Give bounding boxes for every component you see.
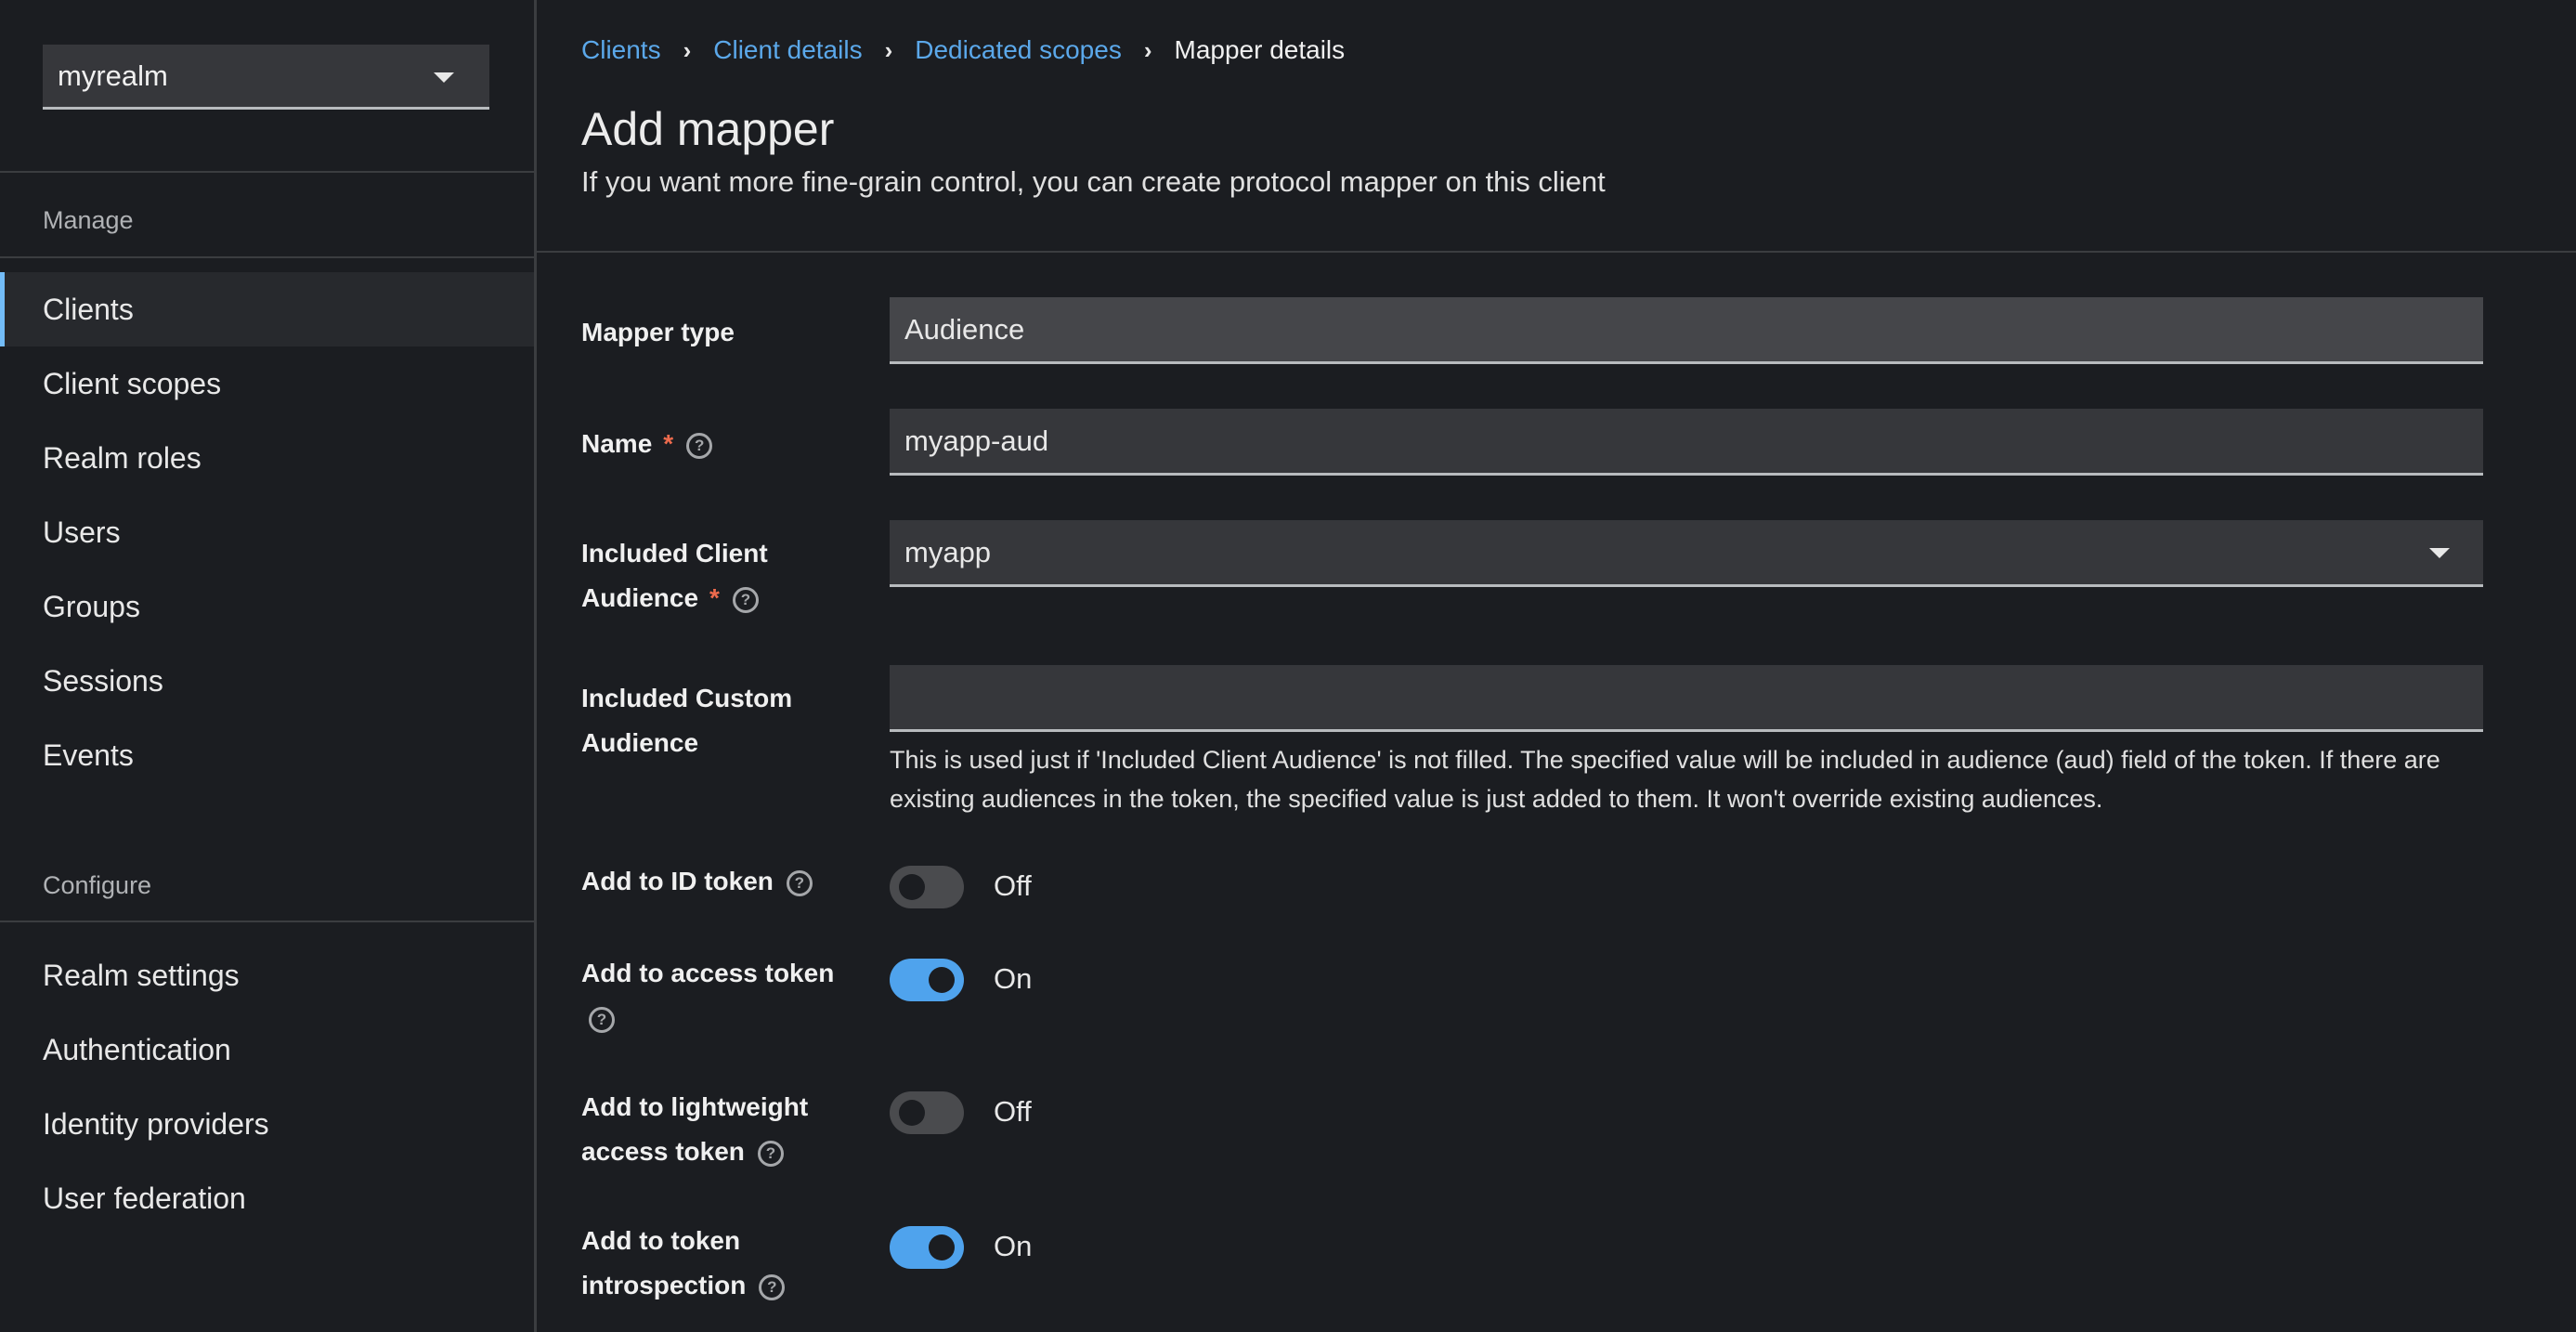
realm-selector-value: myrealm [58,59,168,92]
sidebar-item-groups[interactable]: Groups [0,569,534,644]
included-client-audience-label: Included Client Audience *? [581,531,860,620]
add-to-access-token-toggle[interactable] [890,959,964,1001]
page-title: Add mapper [581,103,835,155]
included-custom-audience-helper: This is used just if 'Included Client Au… [890,746,2440,813]
add-to-id-token-state: Off [994,869,1032,902]
mapper-type-field: Audience [890,297,2483,364]
add-to-id-token-toggle[interactable] [890,866,964,908]
sidebar-divider [0,256,534,258]
add-to-token-introspection-state: On [994,1230,1033,1262]
label-line: Audience [581,728,699,757]
name-label-text: Name [581,429,653,458]
sidebar-item-users[interactable]: Users [0,495,534,569]
sidebar-item-identity-providers[interactable]: Identity providers [0,1087,534,1161]
add-to-lightweight-access-token-toggle[interactable] [890,1091,964,1134]
header-divider [537,251,2576,253]
add-to-token-introspection-label: Add to token introspection? [581,1219,860,1308]
chevron-right-icon: › [884,35,893,64]
breadcrumb-mapper-details: Mapper details [1174,35,1346,64]
chevron-right-icon: › [683,35,692,64]
sidebar-item-clients[interactable]: Clients [0,272,534,346]
sidebar-section-configure: Configure [43,871,152,899]
mapper-type-label-text: Mapper type [581,318,735,346]
mapper-type-label: Mapper type [581,310,860,355]
add-to-id-token-label: Add to ID token? [581,859,860,904]
included-custom-audience-field[interactable] [890,665,2483,732]
included-custom-audience-label: Included Custom Audience [581,676,860,765]
included-client-audience-select[interactable]: myapp [890,520,2483,587]
add-to-lightweight-access-token-label: Add to lightweight access token? [581,1085,860,1174]
help-icon[interactable]: ? [686,432,713,459]
chevron-right-icon: › [1143,35,1152,64]
sidebar-item-events[interactable]: Events [0,718,534,792]
required-mark: * [709,583,720,612]
mapper-type-value: Audience [904,312,1025,346]
label-line: Audience [581,583,699,612]
breadcrumb-clients[interactable]: Clients [581,35,661,65]
add-to-access-token-state: On [994,962,1033,995]
breadcrumb-client-details[interactable]: Client details [713,35,862,65]
toggle-knob [929,1234,955,1260]
name-input[interactable] [904,424,2483,458]
name-field[interactable] [890,409,2483,476]
label-line: Included Client [581,539,768,568]
add-to-token-introspection-toggle[interactable] [890,1226,964,1269]
help-icon[interactable]: ? [757,1140,784,1167]
page-subtitle: If you want more fine-grain control, you… [581,165,1606,198]
label-line: access token [581,1137,745,1166]
label-line: Add to access token [581,959,835,987]
help-icon[interactable]: ? [786,869,813,896]
sidebar-item-realm-roles[interactable]: Realm roles [0,421,534,495]
included-client-audience-value: myapp [904,535,992,568]
sidebar-divider [0,171,534,173]
toggle-knob [899,874,925,900]
sidebar-item-realm-settings[interactable]: Realm settings [0,938,534,1012]
breadcrumb: Clients › Client details › Dedicated sco… [581,35,1345,65]
sidebar-section-manage: Manage [43,206,134,234]
toggle-knob [899,1100,925,1126]
add-to-access-token-label: Add to access token ? [581,951,860,1040]
sidebar-item-client-scopes[interactable]: Client scopes [0,346,534,421]
sidebar: myrealm Manage Clients Client scopes Rea… [0,0,537,1332]
label-line: Add to token [581,1226,741,1255]
breadcrumb-dedicated-scopes[interactable]: Dedicated scopes [915,35,1122,65]
help-icon[interactable]: ? [732,586,759,613]
label-line: Add to lightweight [581,1092,809,1121]
sidebar-item-authentication[interactable]: Authentication [0,1012,534,1087]
sidebar-item-sessions[interactable]: Sessions [0,644,534,718]
main-content: Clients › Client details › Dedicated sco… [537,0,2576,1332]
sidebar-divider [0,921,534,922]
caret-down-icon [2429,548,2450,558]
required-mark: * [663,429,674,458]
label-line: introspection [581,1271,747,1299]
help-icon[interactable]: ? [759,1273,786,1300]
included-custom-audience-input[interactable] [904,680,2483,714]
label-line: Included Custom [581,684,793,712]
label-line: Add to ID token [581,867,774,895]
caret-down-icon [434,72,454,83]
realm-selector[interactable]: myrealm [43,45,489,110]
add-to-lightweight-access-token-state: Off [994,1095,1032,1128]
sidebar-item-user-federation[interactable]: User federation [0,1161,534,1235]
toggle-knob [929,967,955,993]
name-label: Name *? [581,422,860,466]
help-icon[interactable]: ? [589,1006,615,1033]
